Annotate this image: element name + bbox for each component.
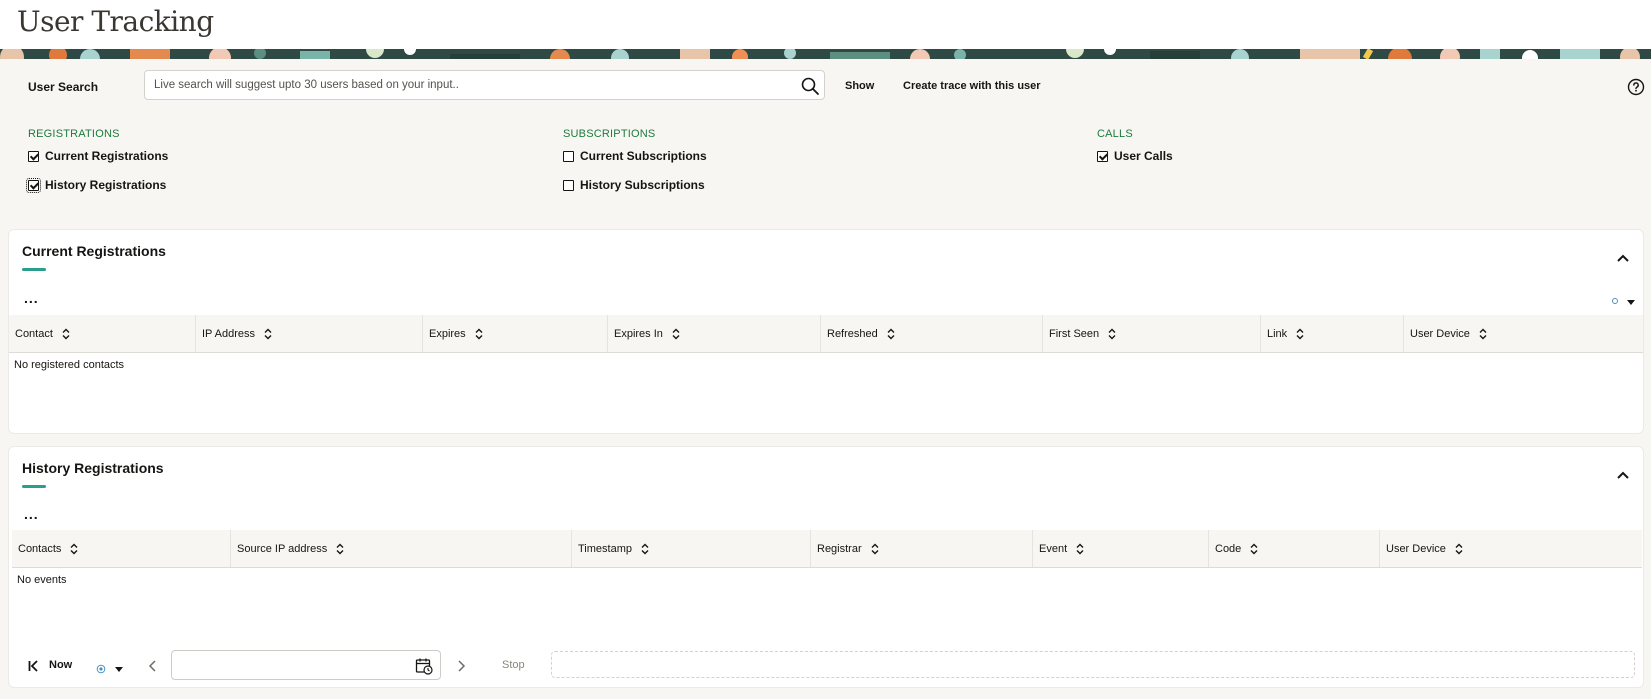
checkbox-checked-icon[interactable] [1097,150,1108,162]
registrations-group-title: REGISTRATIONS [28,128,120,140]
now-button[interactable]: Now [49,659,72,671]
subscriptions-group-title: SUBSCRIPTIONS [563,128,656,140]
empty-table-message: No events [17,574,67,586]
sort-icon [641,543,649,554]
more-options-icon[interactable]: ... [24,507,39,521]
panel-title: Current Registrations [22,243,166,259]
checkbox-unchecked-icon[interactable] [563,150,574,162]
empty-table-message: No registered contacts [14,359,125,371]
column-label: Registrar [817,542,862,555]
sort-icon [871,543,879,554]
more-options-icon[interactable]: ... [24,291,39,305]
chevron-up-icon[interactable] [1615,467,1631,483]
checkbox-label: User Calls [1114,149,1173,163]
column-header-refreshed[interactable]: Refreshed [821,315,1043,352]
user-search-box [144,70,825,100]
column-header-registrar[interactable]: Registrar [811,530,1033,567]
sort-icon [1250,543,1258,554]
column-label: IP Address [202,327,255,340]
sort-icon [336,543,344,554]
calls-group-title: CALLS [1097,128,1133,140]
timeline-drop-area [551,651,1635,678]
checkbox-label: Current Subscriptions [580,149,707,163]
column-label: Refreshed [827,327,878,340]
sort-icon [1455,543,1463,554]
user-search-input[interactable] [145,71,774,99]
checkbox-label: History Subscriptions [580,178,705,192]
chevron-left-icon[interactable] [147,659,159,673]
panel-title-underline [22,485,46,488]
help-circle-icon[interactable] [1627,78,1645,96]
date-time-input[interactable] [172,651,407,681]
column-header-link[interactable]: Link [1261,315,1404,352]
sort-icon [475,328,483,339]
column-label: Event [1039,542,1068,555]
show-button[interactable]: Show [845,80,874,92]
skip-to-start-icon[interactable] [27,659,41,673]
current-registrations-checkbox[interactable]: Current Registrations [28,149,168,163]
title-bar: User Tracking [0,0,1651,50]
column-header-event[interactable]: Event [1033,530,1209,567]
column-label: Contacts [18,542,62,555]
checkbox-label: History Registrations [45,178,167,192]
checkbox-checked-icon[interactable] [26,177,41,193]
column-header-expires-in[interactable]: Expires In [608,315,821,352]
search-icon[interactable] [800,76,820,96]
column-header-user-device[interactable]: User Device [1380,530,1642,567]
current-registrations-table-header: Contact IP Address Expires Expires In Re… [9,315,1643,353]
current-subscriptions-checkbox[interactable]: Current Subscriptions [563,149,707,163]
calendar-clock-icon[interactable] [415,657,433,675]
column-header-code[interactable]: Code [1209,530,1380,567]
sort-icon [1479,328,1487,339]
column-header-ip-address[interactable]: IP Address [196,315,423,352]
sort-icon [62,328,70,339]
column-label: Source IP address [237,542,328,555]
column-label: Expires [429,327,466,340]
history-registrations-checkbox[interactable]: History Registrations [26,177,167,193]
panel-title-underline [22,268,46,271]
checkbox-unchecked-icon[interactable] [563,179,574,191]
chevron-right-icon[interactable] [455,659,467,673]
chevron-up-icon[interactable] [1615,250,1631,266]
stop-button[interactable]: Stop [502,659,525,671]
column-header-source-ip-address[interactable]: Source IP address [231,530,572,567]
column-label: User Device [1386,542,1446,555]
column-header-timestamp[interactable]: Timestamp [572,530,811,567]
sort-icon [887,328,895,339]
column-label: Code [1215,542,1242,555]
create-trace-button[interactable]: Create trace with this user [903,80,1041,92]
column-label: First Seen [1049,327,1100,340]
refresh-dot-icon[interactable] [96,661,106,674]
sort-icon [1296,328,1304,339]
decorative-banner [0,49,1651,59]
date-time-field [171,650,441,681]
column-header-user-device[interactable]: User Device [1404,315,1643,352]
user-calls-checkbox[interactable]: User Calls [1097,149,1173,163]
sort-icon [1076,543,1084,554]
column-label: Contact [15,327,53,340]
column-label: Timestamp [578,542,632,555]
column-label: Link [1267,327,1288,340]
checkbox-label: Current Registrations [45,149,169,163]
sort-icon [70,543,78,554]
column-label: Expires In [614,327,663,340]
sort-icon [672,328,680,339]
column-label: User Device [1410,327,1470,340]
column-header-contacts[interactable]: Contacts [12,530,231,567]
page-title: User Tracking [17,5,214,38]
history-subscriptions-checkbox[interactable]: History Subscriptions [563,178,705,192]
column-header-first-seen[interactable]: First Seen [1043,315,1261,352]
sort-icon [1108,328,1116,339]
checkbox-checked-icon[interactable] [28,150,39,162]
column-header-contact[interactable]: Contact [9,315,196,352]
column-header-expires[interactable]: Expires [423,315,608,352]
panel-title: History Registrations [22,460,164,476]
sort-icon [264,328,272,339]
caret-down-icon[interactable] [1626,294,1636,305]
caret-down-icon[interactable] [114,661,124,672]
current-registrations-panel: Current Registrations ... Contact IP Add… [8,229,1644,434]
refresh-dot-icon[interactable] [1612,298,1618,304]
history-registrations-table-header: Contacts Source IP address Timestamp Reg… [12,530,1642,568]
user-search-label: User Search [28,80,99,94]
